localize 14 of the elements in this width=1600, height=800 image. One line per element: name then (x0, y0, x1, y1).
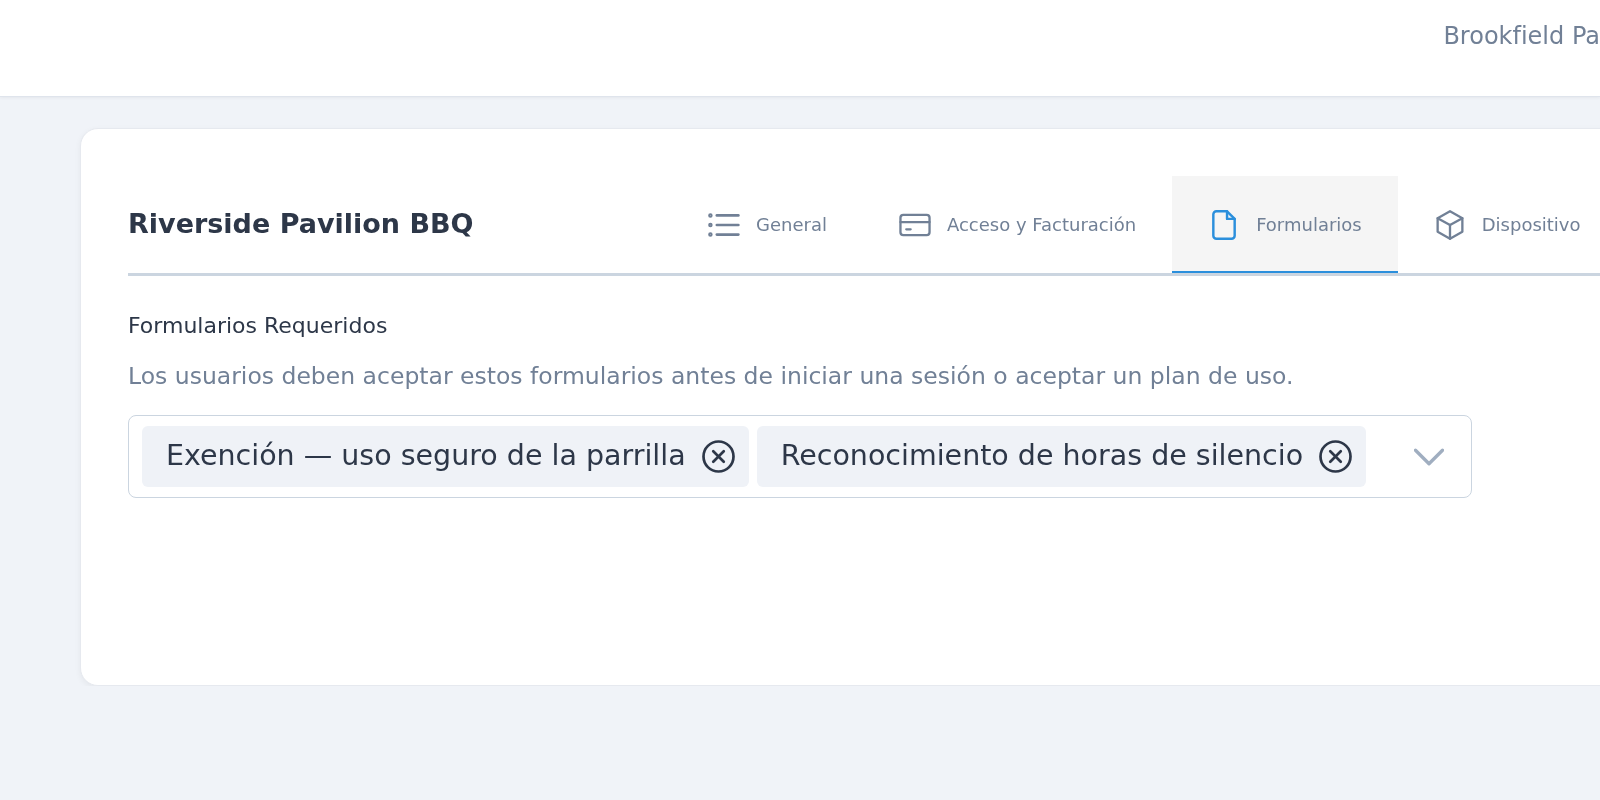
tab[interactable]: Acceso y Facturación (862, 176, 1173, 273)
venue-title: Riverside Pavilion BBQ (128, 207, 475, 242)
remove-icon[interactable] (1319, 440, 1353, 474)
multi-select-field[interactable]: Exención — uso seguro de la parrilla Reconocimiento de horas de silencio (128, 415, 1472, 499)
tag-label: Reconocimiento de horas de silencio (780, 438, 1304, 475)
tab[interactable]: Formularios (1172, 176, 1398, 273)
cube-icon (1433, 208, 1466, 241)
tab[interactable]: Dispositivo (1397, 176, 1600, 273)
field-label: Formularios Requeridos (128, 312, 389, 340)
field-help-text: Los usuarios deben aceptar estos formularios antes de iniciar una sesión o aceptar un plan de uso. (128, 360, 1295, 392)
location-subtitle: Brookfield Pa (1443, 22, 1600, 52)
remove-icon[interactable] (701, 440, 735, 474)
tag-label: Exención — uso seguro de la parrilla (166, 438, 686, 475)
tab[interactable]: General (672, 176, 863, 273)
